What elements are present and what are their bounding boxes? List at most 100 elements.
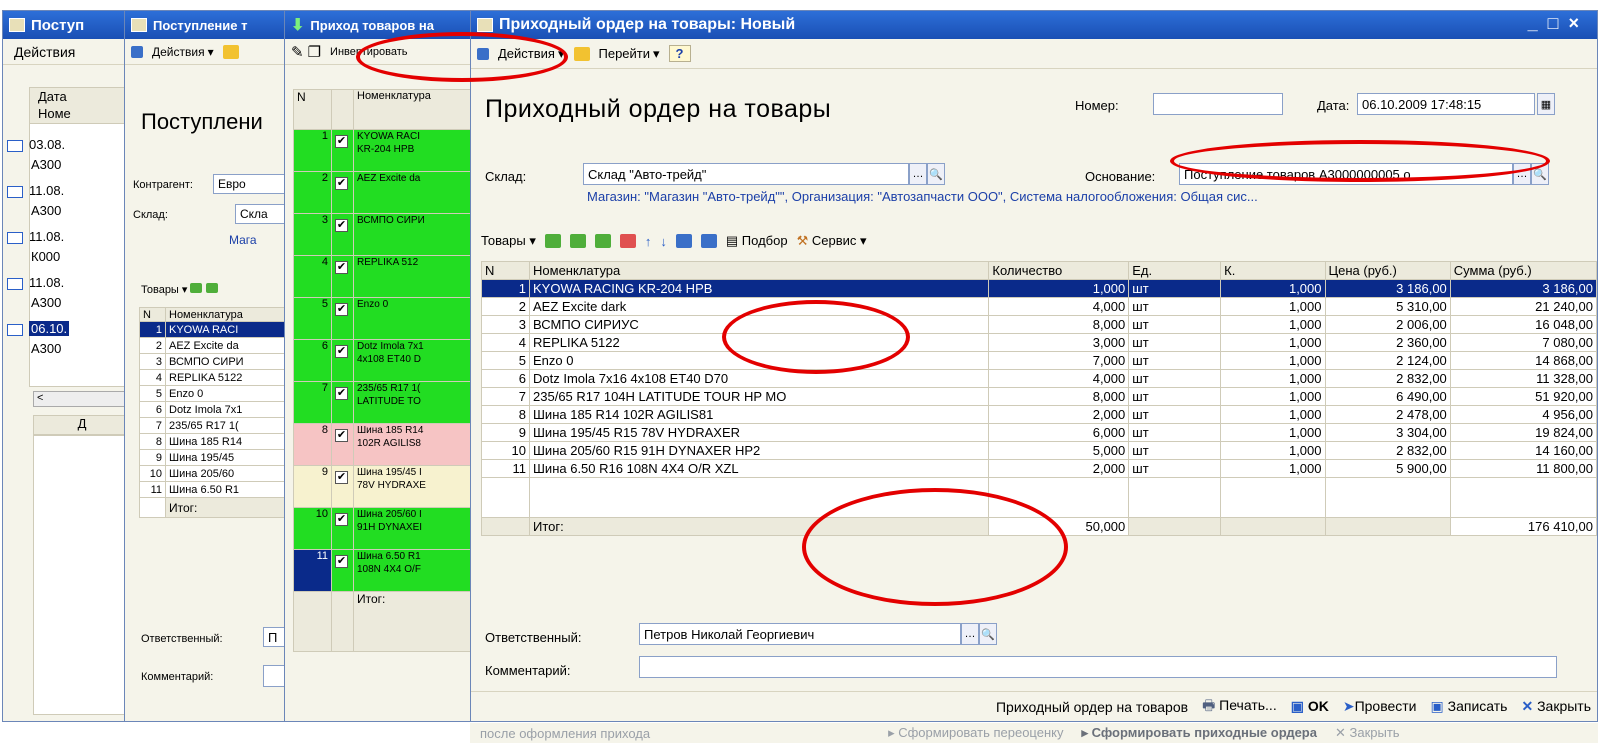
print-button[interactable]: 🖶 Печать... [1202, 695, 1277, 719]
document-row[interactable]: 11.08. А300 [7, 181, 131, 225]
table-row[interactable]: 6 Dotz Imola 7x1 [139, 401, 293, 418]
date-field[interactable]: 06.10.2009 17:48:15 [1357, 93, 1535, 115]
table-row[interactable]: 7 235/65 R17 104H LATITUDE TOUR HP MO 8,00… [480, 387, 1597, 406]
table-row[interactable]: 8 Шина 185 R14 102R AGILIS81 2,000 шт 1,000 2… [480, 405, 1597, 424]
column-n[interactable]: N [139, 307, 166, 322]
table-row[interactable]: 2 AEZ Excite dark 4,000 шт 1,000 5 310,00 21 2… [480, 297, 1597, 316]
window-title-bar[interactable]: Приходный ордер на товары: Новый _□× [471, 11, 1597, 39]
table-row[interactable]: 9 Шина 195/45 [139, 449, 293, 466]
make-revaluation-button[interactable]: ▸ Сформировать переоценку [888, 725, 1063, 741]
warehouse-open-icon[interactable]: 🔍 [927, 163, 945, 185]
document-row[interactable]: 03.08. А300 [7, 135, 131, 179]
row-checkbox[interactable]: ✔ [335, 345, 348, 358]
table-row[interactable]: 8 ✔ Шина 185 R14 102R AGILIS8 [293, 423, 473, 466]
footer-document-link[interactable]: Приходный ордер на товаров [996, 699, 1188, 715]
select-button[interactable]: ▤ Подбор [726, 233, 788, 249]
save-button[interactable]: ▣ Записать [1431, 698, 1508, 715]
table-row[interactable]: 5 Enzo 0 7,000 шт 1,000 2 124,00 14 868,00 [480, 351, 1597, 370]
table-row[interactable]: 3 ВСМПО СИРИУС 8,000 шт 1,000 2 006,00 16 048,… [480, 315, 1597, 334]
column-n[interactable]: N [293, 89, 332, 130]
table-row[interactable]: 5 ✔ Enzo 0 [293, 297, 473, 340]
table-row[interactable]: 4 REPLIKA 5122 3,000 шт 1,000 2 360,00 7 080,0… [480, 333, 1597, 352]
horizontal-scrollbar[interactable]: < [33, 391, 131, 407]
sort-desc-icon[interactable] [700, 234, 717, 248]
goods-menu[interactable]: Товары ▾ [481, 233, 536, 249]
move-down-icon[interactable]: ↓ [660, 234, 667, 249]
make-orders-button[interactable]: ▸ Сформировать приходные ордера [1081, 725, 1317, 741]
table-row[interactable]: 9 ✔ Шина 195/45 I 78V HYDRAXE [293, 465, 473, 508]
table-row[interactable]: 4 REPLIKA 5122 [139, 369, 293, 386]
table-row[interactable]: 3 ✔ ВСМПО СИРИ [293, 213, 473, 256]
row-checkbox[interactable]: ✔ [335, 429, 348, 442]
add-row-icon[interactable] [190, 283, 203, 293]
table-row[interactable]: 10 Шина 205/60 [139, 465, 293, 482]
strip-close-button[interactable]: ✕ Закрыть [1335, 725, 1400, 741]
column-number[interactable]: Номе [38, 105, 131, 122]
number-field[interactable] [1153, 93, 1283, 115]
scroll-left-arrow[interactable]: < [37, 392, 43, 404]
comment-field[interactable] [639, 656, 1557, 678]
responsible-select-button[interactable]: … [961, 623, 979, 645]
table-row[interactable]: 11 Шина 6.50 R1 [139, 481, 293, 498]
window-title-bar[interactable]: ⬇ Приход товаров на [285, 11, 473, 39]
help-button[interactable]: ? [668, 45, 691, 62]
column-header[interactable]: Сумма (руб.) [1449, 261, 1597, 280]
pencil-icon[interactable]: ✎ [291, 43, 304, 61]
basis-select-button[interactable]: … [1513, 163, 1531, 185]
table-row[interactable]: 5 Enzo 0 [139, 385, 293, 402]
document-row[interactable]: 11.08. А300 [7, 273, 131, 317]
table-row[interactable]: 2 AEZ Excite da [139, 337, 293, 354]
document-row[interactable]: 06.10. А300 [7, 319, 131, 363]
table-row[interactable]: 11 ✔ Шина 6.50 R1 108N 4X4 O/F [293, 549, 473, 592]
table-row[interactable]: 9 Шина 195/45 R15 78V HYDRAXER 6,000 шт 1,00… [480, 423, 1597, 442]
table-row[interactable]: 1 KYOWA RACI [139, 321, 293, 338]
row-checkbox[interactable]: ✔ [335, 177, 348, 190]
add-copy-icon[interactable] [569, 234, 586, 248]
row-checkbox[interactable]: ✔ [335, 135, 348, 148]
table-row[interactable]: 8 Шина 185 R14 [139, 433, 293, 450]
sort-asc-icon[interactable] [675, 234, 692, 248]
post-button[interactable]: ➤Провести [1343, 698, 1417, 715]
window-title-bar[interactable]: Поступление т [125, 11, 293, 39]
row-checkbox[interactable]: ✔ [335, 303, 348, 316]
row-checkbox[interactable]: ✔ [335, 513, 348, 526]
responsible-open-icon[interactable]: 🔍 [979, 623, 997, 645]
column-nomenclature[interactable]: Номенклатура [165, 307, 293, 322]
table-row[interactable]: 10 ✔ Шина 205/60 I 91H DYNAXEI [293, 507, 473, 550]
column-header[interactable]: К. [1220, 261, 1326, 280]
table-row[interactable]: 1 ✔ KYOWA RACI KR-204 HPB [293, 129, 473, 172]
table-row[interactable]: 1 KYOWA RACING KR-204 HPB 1,000 шт 1,000 3 18… [480, 279, 1597, 298]
table-row[interactable]: 3 ВСМПО СИРИ [139, 353, 293, 370]
add-row-icon[interactable] [544, 234, 561, 248]
row-checkbox[interactable]: ✔ [335, 261, 348, 274]
document-row[interactable]: 11.08. К000 [7, 227, 131, 271]
folder-arrow-icon[interactable] [222, 44, 239, 59]
basis-field[interactable]: Поступление товаров А3000000005 о [1179, 163, 1513, 185]
minimize-button[interactable]: _ [1528, 13, 1548, 33]
edit-row-icon[interactable] [594, 234, 611, 248]
actions-menu[interactable]: Действия [9, 42, 80, 62]
warehouse-field[interactable]: Склад "Авто-трейд" [583, 163, 909, 185]
row-checkbox[interactable]: ✔ [335, 471, 348, 484]
delete-row-icon[interactable] [619, 234, 636, 248]
actions-menu[interactable]: Действия ▾ [147, 43, 219, 61]
table-row[interactable]: 2 ✔ AEZ Excite da [293, 171, 473, 214]
column-header[interactable]: Ед. [1128, 261, 1222, 280]
close-button[interactable]: ✕ Закрыть [1521, 698, 1591, 715]
window-title-bar[interactable]: Поступ [3, 11, 131, 39]
table-row[interactable]: 4 ✔ REPLIKA 512 [293, 255, 473, 298]
basis-open-icon[interactable]: 🔍 [1531, 163, 1549, 185]
column-header[interactable]: N [480, 261, 531, 280]
calendar-icon[interactable]: ▦ [1537, 93, 1555, 115]
row-checkbox[interactable]: ✔ [335, 555, 348, 568]
warehouse-select-button[interactable]: … [909, 163, 927, 185]
close-window-button[interactable]: × [1568, 13, 1589, 33]
column-date[interactable]: Дата [38, 88, 131, 105]
invert-button[interactable]: Инвертировать [325, 44, 412, 60]
info-line-link[interactable]: Магазин: "Магазин "Авто-трейд"", Организ… [587, 189, 1587, 204]
goto-menu[interactable]: Перейти ▾ [594, 44, 665, 64]
responsible-field[interactable]: Петров Николай Георгиевич [639, 623, 961, 645]
service-menu[interactable]: ⚒ Сервис ▾ [797, 233, 867, 249]
table-row[interactable]: 7 ✔ 235/65 R17 1(LATITUDE TO [293, 381, 473, 424]
table-row[interactable]: 6 Dotz Imola 7x16 4x108 ET40 D70 4,000 шт 1,… [480, 369, 1597, 388]
